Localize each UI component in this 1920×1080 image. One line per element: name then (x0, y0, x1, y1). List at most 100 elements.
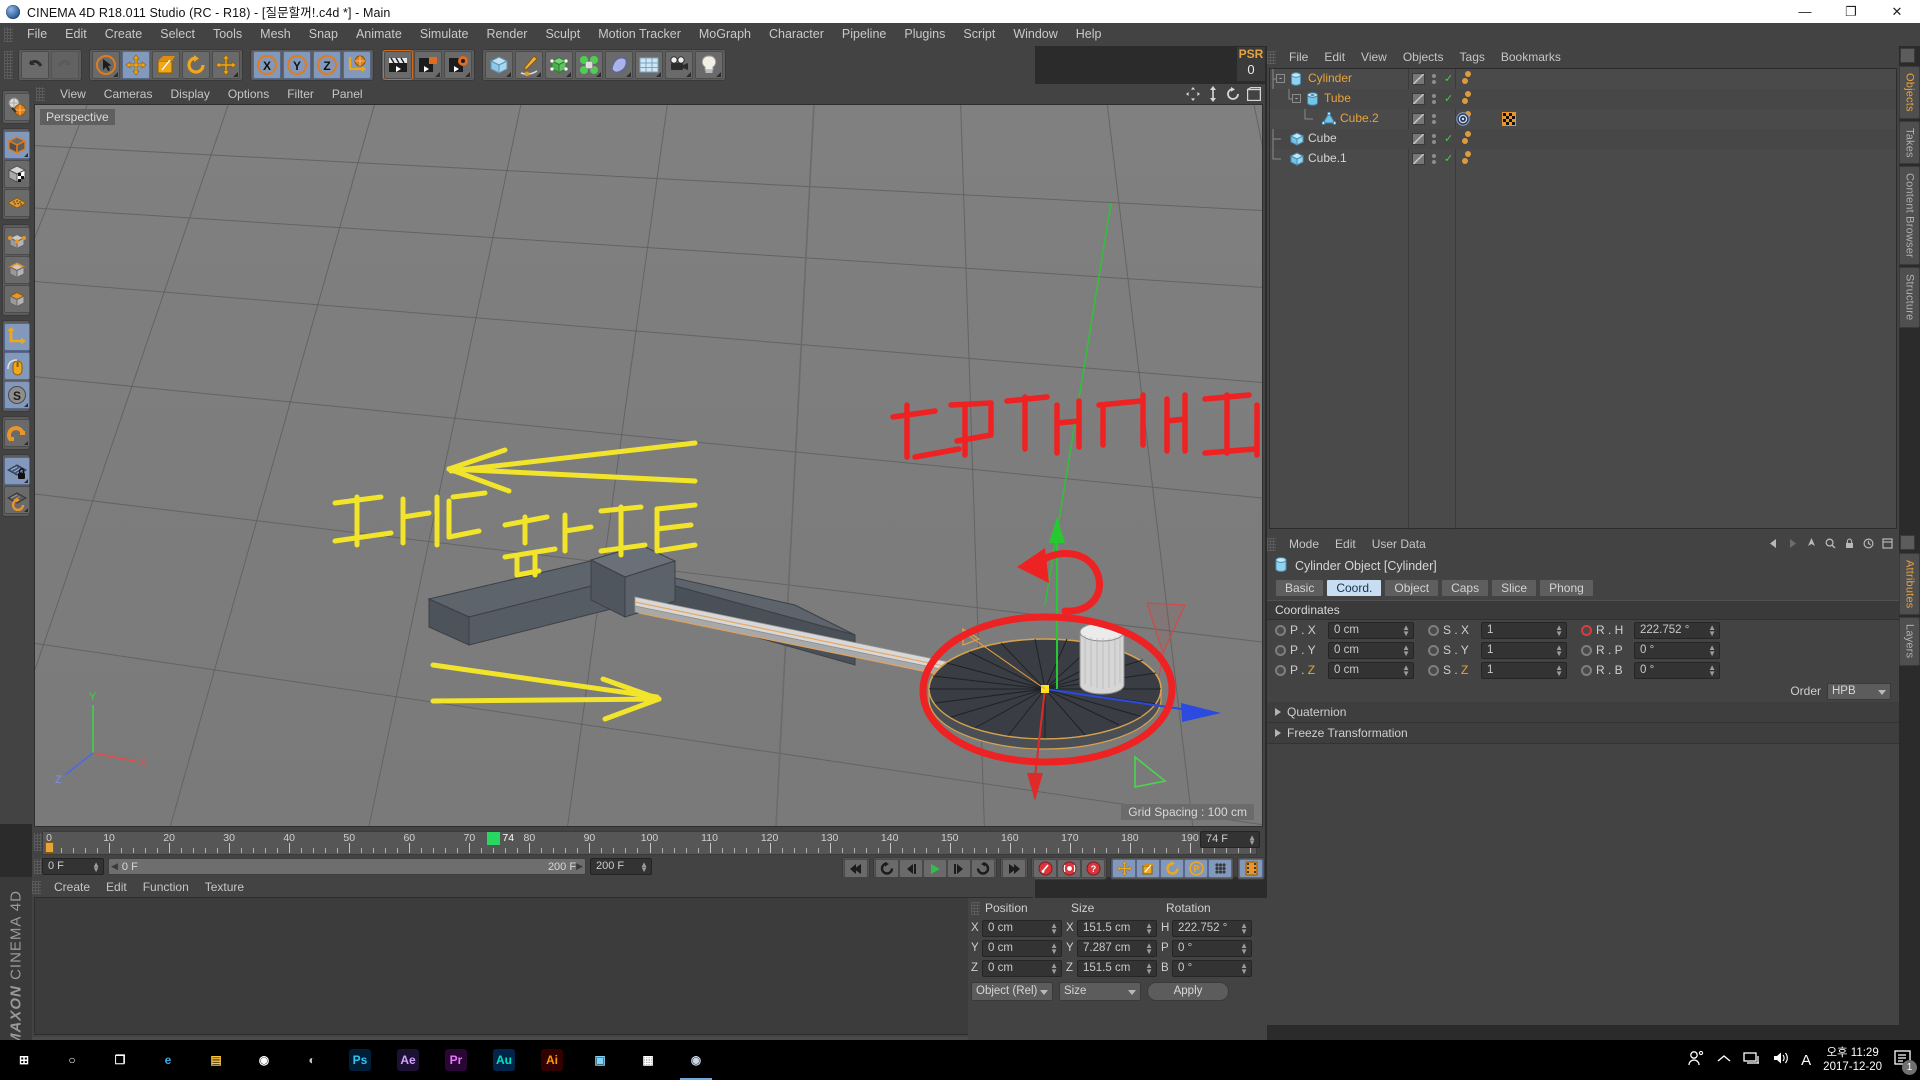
timeline-controls-row[interactable]: 0 F ▲ ▼ ◀ 0 F 200 F ▶ 200 F ▲ ▼ (42, 857, 652, 876)
visibility-dots[interactable] (1412, 93, 1425, 105)
object-menu-file[interactable]: File (1281, 50, 1316, 64)
attribute-folders[interactable]: Quaternion Freeze Transformation (1267, 702, 1899, 744)
timeline-key-marker[interactable] (45, 842, 54, 853)
position-radio[interactable] (1275, 644, 1286, 656)
scale-field[interactable]: 1 ▲ ▼ (1481, 641, 1567, 659)
menu-item-select[interactable]: Select (151, 23, 204, 46)
object-row[interactable]: - Tube ✓ (1270, 89, 1896, 109)
apply-button[interactable]: Apply (1147, 982, 1229, 1001)
main-toolbar[interactable]: X Y Z (0, 46, 1035, 84)
axis-lock-group[interactable]: X Y Z (250, 49, 374, 81)
coordinate-manager-row[interactable]: Y0 cm ▲ ▼ Y 7.287 cm ▲ ▼ P 0 ° ▲ ▼ (968, 938, 1267, 958)
attribute-tab-caps[interactable]: Caps (1441, 579, 1490, 597)
taskbar-cinema4d-task[interactable]: ◐ (288, 1040, 336, 1080)
taskbar-edge[interactable]: e (144, 1040, 192, 1080)
position-value-field[interactable]: 0 cm ▲ ▼ (982, 939, 1062, 957)
redo-button[interactable] (51, 51, 79, 79)
back-arrow-icon[interactable] (1768, 536, 1779, 554)
windows-taskbar[interactable]: ⊞ ○ ❐ e ▤ ◉ ◐ Ps Ae Pr Au Ai ▣ ▦ ◉ A 오후 11:29 2017-12-… (0, 1040, 1920, 1080)
key-parameter-button[interactable]: P (1184, 859, 1208, 878)
collapsible-section[interactable]: Quaternion (1267, 702, 1899, 723)
stepper-icon[interactable]: ▲ ▼ (1708, 643, 1716, 657)
timeline-panel[interactable]: 0 10 20 30 40 50 60 70 80 90 100 110 120 130 140 150 160… (32, 829, 1265, 880)
coordinate-manager-row[interactable]: Z0 cm ▲ ▼ Z 151.5 cm ▲ ▼ B 0 ° ▲ ▼ (968, 958, 1267, 978)
taskbar-app-icons[interactable]: ⊞ ○ ❐ e ▤ ◉ ◐ Ps Ae Pr Au Ai ▣ ▦ ◉ (0, 1040, 1920, 1080)
texture-tag-icon[interactable] (1502, 112, 1516, 129)
size-value-field[interactable]: 151.5 cm ▲ ▼ (1077, 919, 1157, 937)
taskbar-audition[interactable]: Au (480, 1040, 528, 1080)
side-tab-layers[interactable]: Layers (1899, 617, 1920, 666)
render-view-button[interactable] (383, 50, 413, 80)
film-strip-button[interactable] (1239, 859, 1263, 878)
position-radio[interactable] (1275, 624, 1286, 636)
step-forward-button[interactable] (947, 859, 971, 878)
menu-item-create[interactable]: Create (96, 23, 152, 46)
pin-icon[interactable] (1806, 536, 1817, 554)
keyframe-group[interactable]: ? (1031, 857, 1107, 880)
menu-item-mograph[interactable]: MoGraph (690, 23, 760, 46)
material-menu-function[interactable]: Function (135, 880, 197, 894)
timeline-start-field[interactable]: 0 F ▲ ▼ (42, 858, 104, 875)
timeline-mode-group[interactable] (1237, 857, 1265, 880)
texture-mode-button[interactable] (4, 189, 30, 217)
menu-item-motion-tracker[interactable]: Motion Tracker (589, 23, 690, 46)
visibility-dots[interactable] (1412, 153, 1425, 165)
position-field[interactable]: 0 cm ▲ ▼ (1328, 621, 1414, 639)
rotation-radio[interactable] (1581, 644, 1592, 656)
menu-item-mesh[interactable]: Mesh (251, 23, 300, 46)
lock-y-axis-button[interactable]: Y (283, 51, 311, 79)
notification-icon[interactable]: 1 (1894, 1049, 1917, 1075)
object-tags[interactable] (1462, 151, 1471, 164)
transform-tools-group[interactable] (89, 49, 243, 81)
stepper-icon[interactable]: ▲ ▼ (1402, 643, 1410, 657)
viewport-menu-display[interactable]: Display (161, 87, 218, 101)
attribute-manager-side-tabs[interactable]: Attributes Layers (1899, 553, 1920, 668)
minimize-button[interactable]: — (1782, 0, 1828, 23)
attribute-coordinate-rows[interactable]: P . X0 cm ▲ ▼ S . X 1 ▲ ▼ R . H 222.752 ° ▲ ▼ P . Y… (1267, 620, 1899, 680)
view-mode-group[interactable] (2, 90, 30, 124)
stepper-icon[interactable]: ▲ ▼ (1145, 961, 1153, 975)
snap-settings-button[interactable]: S (4, 381, 30, 409)
menu-item-window[interactable]: Window (1004, 23, 1066, 46)
nurbs-generator-button[interactable] (545, 51, 573, 79)
go-to-end-button[interactable] (1002, 859, 1026, 878)
rotation-radio[interactable] (1581, 664, 1592, 676)
viewport-menu-filter[interactable]: Filter (278, 87, 323, 101)
material-list[interactable] (34, 897, 1033, 1035)
editor-visibility-dots[interactable] (1432, 73, 1436, 85)
object-row[interactable]: Cube.2 (1270, 109, 1896, 129)
menu-item-script[interactable]: Script (954, 23, 1004, 46)
render-group[interactable] (381, 49, 475, 81)
coord-size-select[interactable]: Size (1059, 982, 1141, 1001)
loop-button[interactable] (971, 859, 995, 878)
magnet-tool-button[interactable] (4, 419, 30, 447)
lock-x-axis-button[interactable]: X (253, 51, 281, 79)
editor-visibility-dots[interactable] (1432, 133, 1436, 145)
environment-button[interactable] (635, 51, 663, 79)
workplane-rotate-button[interactable] (4, 486, 30, 514)
stepper-icon[interactable]: ▲ ▼ (1555, 623, 1563, 637)
editor-visibility-dots[interactable] (1432, 113, 1436, 125)
taskbar-cinema4d-active[interactable]: ◉ (672, 1040, 720, 1080)
edges-mode-button[interactable] (4, 256, 30, 284)
attribute-menu-edit[interactable]: Edit (1327, 537, 1364, 551)
object-menu-bookmarks[interactable]: Bookmarks (1493, 50, 1569, 64)
stepper-icon[interactable]: ▲ ▼ (1050, 921, 1058, 935)
key-points-button[interactable] (1208, 859, 1232, 878)
order-select[interactable]: HPB (1827, 682, 1891, 700)
history-icon[interactable] (1863, 536, 1874, 554)
move-alt-tool-button[interactable] (212, 51, 240, 79)
object-manager-side-tabs[interactable]: Objects Takes Content Browser Structure (1899, 66, 1920, 330)
expand-collapse-toggle[interactable]: - (1292, 94, 1301, 103)
polygons-mode-button[interactable] (4, 285, 30, 313)
coordinate-rows[interactable]: X0 cm ▲ ▼ X 151.5 cm ▲ ▼ H 222.752 ° ▲ ▼ Y 0 cm ▲ ▼ Y 7.… (968, 918, 1267, 978)
selection-mode-group[interactable] (2, 128, 30, 220)
attribute-menu-mode[interactable]: Mode (1281, 537, 1327, 551)
rotate-tool-button[interactable] (182, 51, 210, 79)
menu-item-character[interactable]: Character (760, 23, 833, 46)
stepper-icon[interactable]: ▲ ▼ (1240, 961, 1248, 975)
play-button[interactable] (923, 859, 947, 878)
menu-item-sculpt[interactable]: Sculpt (536, 23, 589, 46)
previous-key-button[interactable] (875, 859, 899, 878)
rotation-order-row[interactable]: Order HPB (1267, 680, 1899, 702)
